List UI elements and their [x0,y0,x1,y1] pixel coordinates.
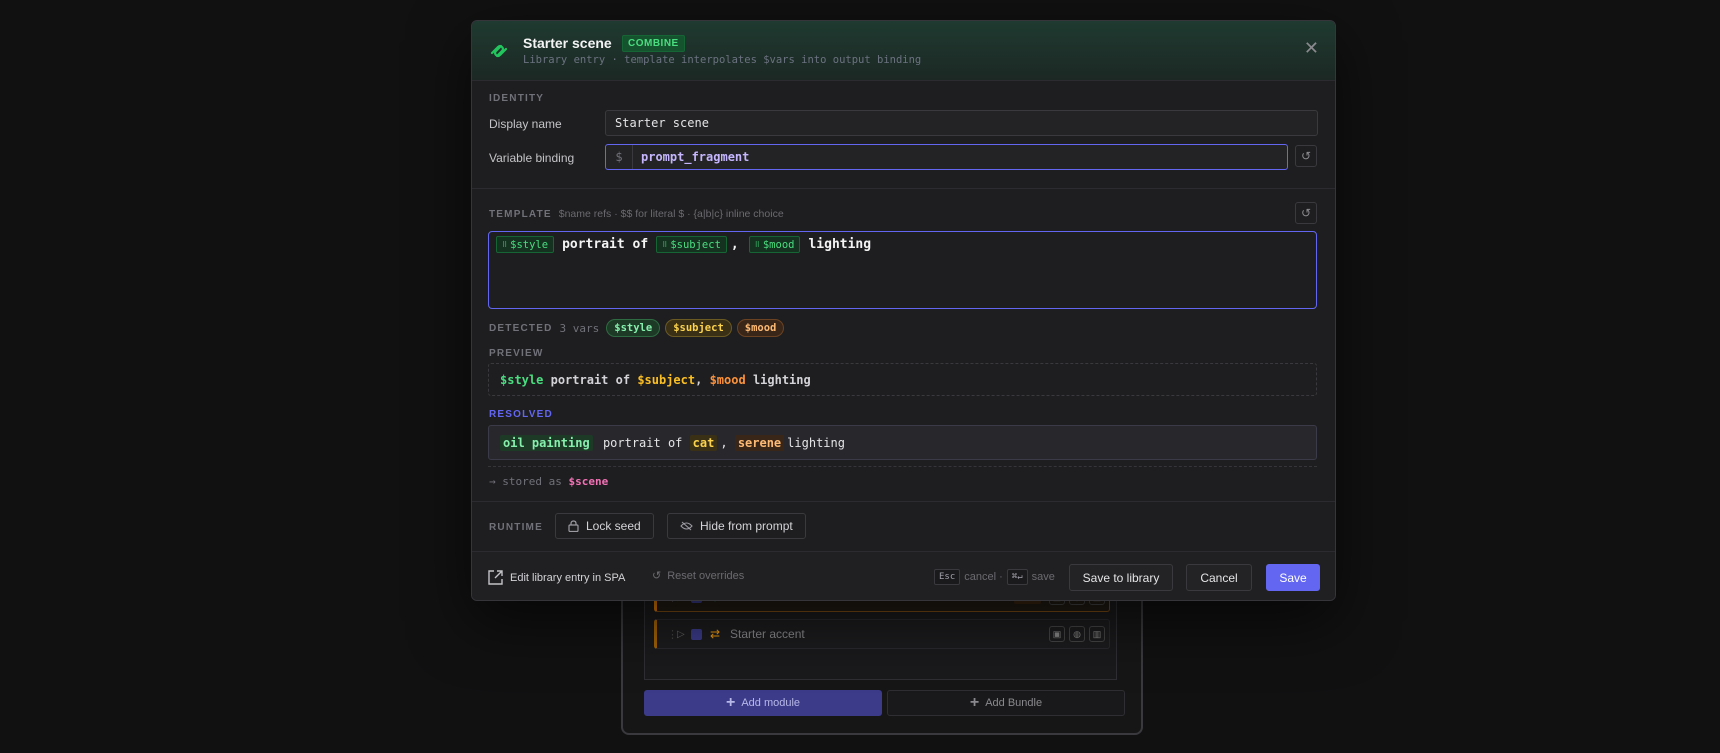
hide-from-prompt-button[interactable]: Hide from prompt [667,513,806,539]
display-name-label: Display name [489,117,562,131]
expand-triangle-icon[interactable]: ▷ [677,629,691,640]
runtime-section: RUNTIME Lock seed Hide from prompt [472,501,1335,551]
trash-icon[interactable]: ▥ [1089,626,1105,642]
section-label: RESOLVED [489,409,553,420]
modal-subtitle: Library entry · template interpolates $v… [523,54,922,66]
resolved-text: lighting [787,435,845,450]
chip-label: $style [510,238,549,251]
eye-off-icon [680,521,693,531]
save-button[interactable]: Save [1266,564,1320,591]
reset-overrides-button[interactable]: ↺ Reset overrides [652,569,745,583]
divider [488,466,1317,467]
template-text: , [730,237,739,252]
modal-footer: Edit library entry in SPA ↺ Reset overri… [472,551,1335,600]
detected-var-pill: $style [606,319,661,337]
globe-icon[interactable]: ◍ [1069,626,1085,642]
section-label: DETECTED [489,322,553,334]
esc-key: Esc [934,569,961,585]
add-module-button[interactable]: + Add module [644,690,882,716]
lock-seed-button[interactable]: Lock seed [555,513,654,539]
chip-label: $subject [670,238,721,251]
template-header: TEMPLATE $name refs · $$ for literal $ ·… [489,208,784,220]
drag-icon: ⠿ [502,240,508,249]
drag-icon: ⠿ [662,240,668,249]
preview-text: , [695,372,703,387]
resolved-value: cat [689,434,718,451]
preview-text: portrait of [550,372,631,387]
reset-label: Reset overrides [667,569,745,582]
lock-icon[interactable]: ▣ [1049,626,1065,642]
template-editor[interactable]: ⠿ $style portrait of ⠿ $subject , ⠿ $mood l… [488,231,1317,309]
edit-library-link[interactable]: Edit library entry in SPA [487,569,625,586]
close-icon[interactable]: ✕ [1304,38,1319,59]
preview-var: $mood [709,372,746,387]
stored-as: → stored as $scene [489,475,608,488]
stored-label: stored as [502,475,562,488]
color-swatch [691,628,702,640]
list-item[interactable]: ⋮ ▷ ⇄ Starter accent ▣ ◍ ▥ [654,619,1110,649]
variable-binding-field[interactable]: $ prompt_fragment [605,144,1288,170]
keyboard-hints: Esc cancel · ⌘↵ save [934,569,1055,585]
section-label: IDENTITY [489,93,545,104]
display-name-value: Starter scene [615,116,709,130]
save-key: ⌘↵ [1006,569,1028,585]
preview-text: lighting [752,372,811,387]
resolved-text: portrait of [602,435,683,450]
combine-modal: Starter scene COMBINE Library entry · te… [471,20,1336,601]
plus-icon: + [725,694,736,711]
lock-icon [568,520,579,532]
preview-var: $subject [637,372,696,387]
save-hint: save [1031,571,1055,583]
add-module-label: Add module [741,697,801,709]
var-chip[interactable]: ⠿ $style [496,236,555,253]
add-bundle-button[interactable]: + Add Bundle [887,690,1125,716]
cancel-button[interactable]: Cancel [1186,564,1252,591]
detected-vars: DETECTED 3 vars $style $subject $mood [489,319,789,337]
template-text: lighting [808,237,872,252]
add-bundle-label: Add Bundle [985,697,1043,709]
type-badge: COMBINE [622,35,685,52]
arrow-icon: → [489,475,496,488]
detected-var-pill: $mood [736,319,785,337]
resolved-text: , [720,435,728,450]
var-count: 3 vars [559,321,600,335]
section-label: TEMPLATE [489,209,552,220]
resolved-box: oil painting portrait of cat , serene li… [488,425,1317,460]
link-icon [490,44,508,58]
display-name-field[interactable]: Starter scene [605,110,1318,136]
variable-binding-label: Variable binding [489,151,575,165]
swap-icon: ⇄ [710,627,721,641]
section-label: RUNTIME [489,522,543,533]
reset-template-icon[interactable]: ↺ [1295,202,1317,224]
cancel-hint: cancel · [964,571,1003,583]
drag-icon: ⠿ [754,240,760,249]
save-to-library-button[interactable]: Save to library [1069,564,1173,591]
lock-seed-label: Lock seed [586,519,641,533]
template-hint: $name refs · $$ for literal $ · {a|b|c} … [558,208,784,220]
preview-var: $style [500,372,544,387]
reset-icon: ↺ [652,570,662,582]
var-chip[interactable]: ⠿ $subject [656,236,727,253]
preview-box: $style portrait of $subject , $mood ligh… [488,363,1317,396]
external-link-icon [488,570,503,585]
var-chip[interactable]: ⠿ $mood [748,236,801,253]
hide-label: Hide from prompt [700,519,793,533]
drag-handle-icon[interactable]: ⋮ [667,628,678,641]
modal-title: Starter scene [523,35,612,51]
detected-var-pill: $subject [665,319,732,337]
identity-section: IDENTITY Display name Starter scene Vari… [472,81,1335,189]
template-text: portrait of [562,237,649,252]
modal-header: Starter scene COMBINE Library entry · te… [472,21,1335,81]
reset-binding-icon[interactable]: ↺ [1295,145,1317,167]
chip-label: $mood [762,238,795,251]
section-label: PREVIEW [489,348,544,359]
resolved-value: serene [734,434,785,451]
binding-value: prompt_fragment [641,150,750,164]
stored-var: $scene [568,475,609,488]
list-item-label: Starter accent [730,627,805,641]
edit-link-label: Edit library entry in SPA [510,571,626,584]
dollar-prefix: $ [606,145,633,169]
resolved-value: oil painting [500,434,593,451]
plus-icon: + [969,694,980,711]
